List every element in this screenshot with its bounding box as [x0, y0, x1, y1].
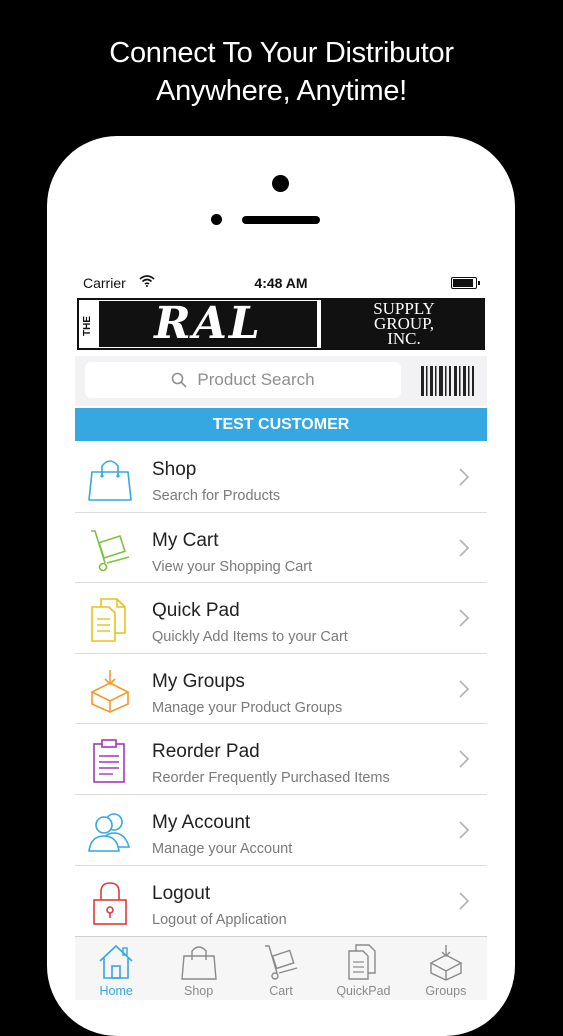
menu-item-shop[interactable]: Shop Search for Products — [75, 442, 487, 513]
chevron-right-icon — [459, 609, 469, 627]
menu-item-quick-pad[interactable]: Quick Pad Quickly Add Items to your Cart — [75, 583, 487, 654]
lock-icon — [93, 881, 127, 925]
menu-item-subtitle: Logout of Application — [152, 911, 287, 928]
menu-item-title: My Cart — [152, 529, 219, 551]
menu-item-my-cart[interactable]: My Cart View your Shopping Cart — [75, 513, 487, 584]
menu-item-title: Quick Pad — [152, 600, 240, 622]
main-menu: Shop Search for Products My Cart View yo… — [75, 442, 487, 936]
menu-item-subtitle: Manage your Account — [152, 840, 293, 857]
chevron-right-icon — [459, 468, 469, 486]
tab-groups[interactable]: Groups — [405, 937, 487, 1000]
menu-item-reorder-pad[interactable]: Reorder Pad Reorder Frequently Purchased… — [75, 724, 487, 795]
menu-item-logout[interactable]: Logout Logout of Application — [75, 866, 487, 937]
headline-line-1: Connect To Your Distributor — [109, 37, 454, 69]
logo-the-text: THE — [82, 316, 93, 336]
menu-item-my-groups[interactable]: My Groups Manage your Product Groups — [75, 654, 487, 725]
tab-label: Groups — [425, 984, 467, 998]
menu-item-title: Shop — [152, 459, 197, 480]
tab-label: Cart — [269, 984, 293, 998]
chevron-right-icon — [459, 891, 469, 910]
menu-item-title: Reorder Pad — [152, 741, 260, 763]
customer-banner: TEST CUSTOMER — [75, 408, 487, 441]
headline-line-2: Anywhere, Anytime! — [156, 75, 407, 107]
search-placeholder: Product Search — [197, 370, 315, 389]
hand-truck-icon — [91, 529, 130, 571]
battery-icon — [451, 277, 480, 289]
company-logo: THE RAL SUPPLY GROUP, INC. — [77, 298, 485, 350]
menu-item-subtitle: Search for Products — [152, 488, 281, 504]
menu-item-subtitle: Reorder Frequently Purchased Items — [152, 770, 390, 787]
box-download-icon — [90, 669, 130, 713]
shopping-bag-icon — [88, 460, 132, 501]
logo-ral-block: THE RAL — [77, 298, 323, 350]
tab-bar: Home Shop Cart QuickPad Groups — [75, 936, 487, 1000]
menu-item-subtitle: Quickly Add Items to your Cart — [152, 629, 348, 646]
menu-item-subtitle: View your Shopping Cart — [152, 558, 313, 575]
chevron-right-icon — [459, 821, 469, 839]
home-icon — [99, 944, 133, 979]
menu-item-subtitle: Manage your Product Groups — [152, 699, 343, 716]
tab-quickpad[interactable]: QuickPad — [322, 937, 404, 1000]
logo-supply-group: SUPPLY GROUP, INC. — [323, 298, 485, 350]
tab-label: Shop — [184, 984, 214, 998]
search-icon — [172, 372, 187, 388]
documents-icon — [91, 598, 126, 642]
search-row: Product Search — [75, 356, 487, 406]
promo-headline: Connect To Your Distributor Anywhere, An… — [0, 34, 563, 110]
hand-truck-icon — [265, 945, 298, 980]
menu-item-title: My Account — [152, 811, 251, 833]
chevron-right-icon — [459, 538, 469, 557]
tab-label: Home — [99, 984, 133, 998]
menu-item-my-account[interactable]: My Account Manage your Account — [75, 795, 487, 866]
users-icon — [88, 813, 131, 852]
clipboard-icon — [93, 739, 125, 784]
status-time: 4:48 AM — [254, 275, 308, 291]
logo-ral-text: RAL — [99, 301, 317, 347]
logo-line-3: INC. — [387, 329, 421, 348]
menu-item-title: Logout — [152, 882, 211, 904]
documents-icon — [348, 944, 377, 980]
tab-home[interactable]: Home — [75, 937, 157, 1000]
menu-item-title: My Groups — [152, 670, 245, 692]
phone-speaker — [242, 216, 320, 224]
app-screen: Carrier 4:48 AM THE RAL SUPPLY GROUP, IN… — [75, 270, 487, 1000]
tab-shop[interactable]: Shop — [157, 937, 239, 1000]
tab-cart[interactable]: Cart — [240, 937, 322, 1000]
box-download-icon — [429, 945, 463, 981]
shopping-bag-icon — [180, 946, 217, 980]
phone-camera — [272, 175, 289, 192]
barcode-scan-icon[interactable] — [417, 360, 477, 402]
chevron-right-icon — [459, 680, 469, 698]
phone-sensor — [211, 214, 222, 225]
chevron-right-icon — [459, 750, 469, 769]
search-input[interactable]: Product Search — [85, 362, 401, 398]
status-bar: Carrier 4:48 AM — [75, 270, 487, 296]
tab-label: QuickPad — [336, 984, 391, 998]
